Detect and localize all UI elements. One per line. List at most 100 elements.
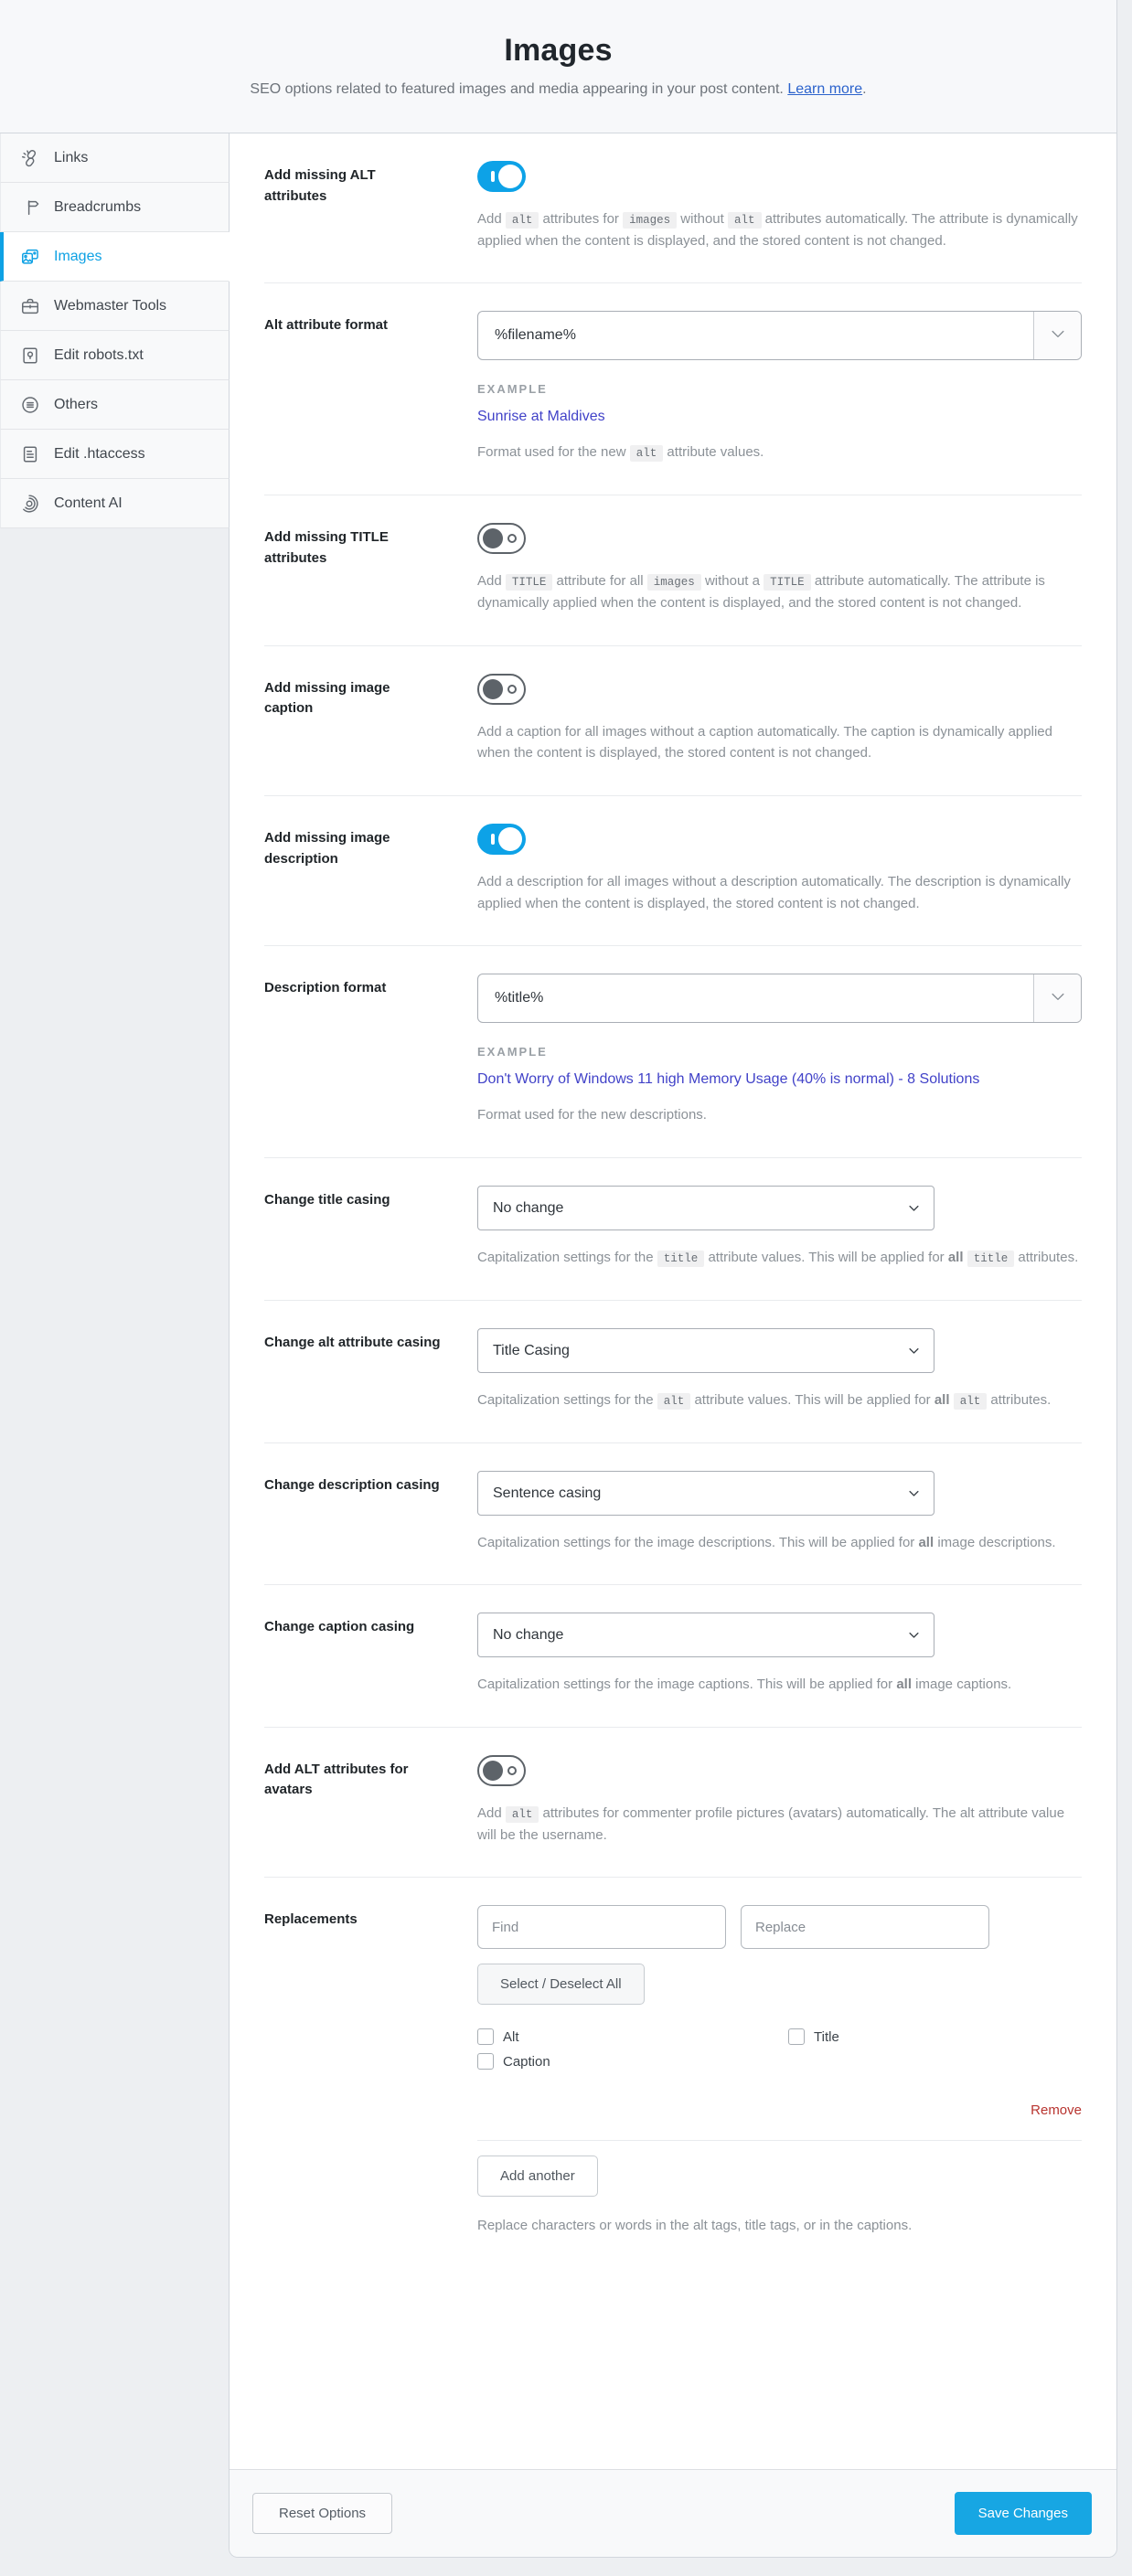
toggle-on-bar bbox=[491, 834, 495, 845]
page-header: Images SEO options related to featured i… bbox=[0, 0, 1117, 133]
checkbox-box[interactable] bbox=[477, 2028, 494, 2046]
select-wrapper: Sentence casing bbox=[477, 1470, 934, 1516]
select-wrapper: No change bbox=[477, 1186, 934, 1231]
sidebar-item-breadcrumbs[interactable]: Breadcrumbs bbox=[0, 183, 230, 232]
setting-description: Capitalization settings for the title at… bbox=[477, 1250, 1079, 1268]
setting-control-area: Title Casing Capitalization settings for … bbox=[477, 1327, 1082, 1411]
toggle-add-alt-attributes-for-avatars[interactable] bbox=[477, 1754, 526, 1786]
setting-row-change-title-casing: Change title casing No change Capitalizati… bbox=[264, 1158, 1082, 1301]
emphasized-text: all bbox=[934, 1391, 950, 1408]
folder-file-icon bbox=[20, 346, 40, 366]
checkbox-caption[interactable]: Caption bbox=[477, 2053, 788, 2070]
learn-more-link[interactable]: Learn more bbox=[787, 81, 862, 97]
sidebar-item-label: Webmaster Tools bbox=[54, 297, 167, 314]
example-preview-link[interactable]: Don't Worry of Windows 11 high Memory Us… bbox=[477, 1071, 1082, 1088]
change-description-casing-select[interactable]: Sentence casing bbox=[477, 1470, 934, 1516]
checkbox-box[interactable] bbox=[477, 2053, 494, 2070]
setting-description: Add alt attributes for images without al… bbox=[477, 211, 1078, 249]
sidebar-item-label: Others bbox=[54, 396, 99, 412]
checkbox-box[interactable] bbox=[788, 2028, 805, 2046]
sidebar-item-label: Edit .htaccess bbox=[54, 445, 145, 462]
toggle-add-missing-image-description[interactable] bbox=[477, 824, 526, 855]
setting-description: Capitalization settings for the alt attr… bbox=[477, 1391, 1052, 1410]
sidebar-item-label: Breadcrumbs bbox=[54, 198, 142, 215]
alt-attribute-format-input[interactable] bbox=[478, 312, 1033, 360]
setting-control-area: Add TITLE attribute for all images witho… bbox=[477, 523, 1082, 613]
add-another-wrap: Add another bbox=[477, 2156, 1082, 2198]
replace-input[interactable] bbox=[741, 1905, 989, 1950]
sidebar-item-images[interactable]: Images bbox=[0, 232, 230, 282]
add-another-button[interactable]: Add another bbox=[477, 2156, 598, 2198]
setting-label: Add missing ALT attributes bbox=[264, 167, 376, 204]
emphasized-text: all bbox=[918, 1534, 934, 1550]
sidebar-item-links[interactable]: Links bbox=[0, 133, 230, 183]
setting-row-change-caption-casing: Change caption casing No change Capitaliza… bbox=[264, 1585, 1082, 1728]
select-wrapper: Title Casing bbox=[477, 1327, 934, 1373]
setting-label: Description format bbox=[264, 980, 387, 996]
change-alt-attribute-casing-select[interactable]: Title Casing bbox=[477, 1327, 934, 1373]
dropdown-toggle-button[interactable] bbox=[1033, 974, 1081, 1023]
save-changes-button[interactable]: Save Changes bbox=[954, 2492, 1092, 2535]
remove-replacement-link[interactable]: Remove bbox=[477, 2102, 1082, 2118]
sidebar-item-content-ai[interactable]: Content AI bbox=[0, 479, 230, 528]
setting-control-area: Add a description for all images without… bbox=[477, 824, 1082, 914]
setting-row-add-missing-image-caption: Add missing image caption Add a caption f… bbox=[264, 646, 1082, 796]
page-subtitle-text: SEO options related to featured images a… bbox=[250, 81, 784, 97]
setting-row-add-alt-attributes-for-avatars: Add ALT attributes for avatars Add alt at… bbox=[264, 1728, 1082, 1879]
setting-label: Alt attribute format bbox=[264, 317, 388, 334]
sidebar-item-webmaster-tools[interactable]: Webmaster Tools bbox=[0, 282, 230, 331]
chevron-down-icon bbox=[1049, 325, 1067, 347]
emphasized-text: all bbox=[947, 1250, 964, 1266]
setting-description: Add a caption for all images without a c… bbox=[477, 723, 1052, 761]
toggle-knob bbox=[483, 678, 503, 699]
document-icon bbox=[20, 444, 40, 464]
inline-code-chip: TITLE bbox=[505, 574, 553, 591]
sidebar-item-others[interactable]: Others bbox=[0, 380, 230, 430]
toggle-off-ring bbox=[507, 534, 517, 544]
setting-description: Format used for the new alt attribute va… bbox=[477, 444, 764, 463]
setting-row-add-missing-image-description: Add missing image description Add a descr… bbox=[264, 796, 1082, 947]
setting-row-description-format: Description format EXAMPLE Don't Worry of … bbox=[264, 946, 1082, 1159]
setting-label: Add missing image caption bbox=[264, 679, 390, 717]
reset-options-button[interactable]: Reset Options bbox=[252, 2493, 393, 2534]
images-settings-panel: Images SEO options related to featured i… bbox=[0, 0, 1117, 2558]
toggle-on-bar bbox=[491, 171, 495, 182]
change-caption-casing-select[interactable]: No change bbox=[477, 1613, 934, 1658]
settings-footer: Reset Options Save Changes bbox=[230, 2469, 1116, 2557]
setting-control-area: Add alt attributes for commenter profile… bbox=[477, 1754, 1082, 1846]
inline-code-chip: alt bbox=[657, 1392, 691, 1410]
toggle-add-missing-title-attributes[interactable] bbox=[477, 523, 526, 555]
page-subtitle: SEO options related to featured images a… bbox=[0, 81, 1116, 98]
inline-code-chip: alt bbox=[727, 212, 762, 229]
select-deselect-all-button[interactable]: Select / Deselect All bbox=[477, 1964, 645, 2006]
change-title-casing-select[interactable]: No change bbox=[477, 1186, 934, 1231]
find-input[interactable] bbox=[477, 1905, 726, 1950]
settings-body: Links Breadcrumbs Images Webmaster Tools Edi… bbox=[0, 133, 1117, 2558]
inline-code-chip: alt bbox=[629, 445, 664, 463]
setting-description: Add alt attributes for commenter profile… bbox=[477, 1804, 1065, 1843]
inline-code-chip: images bbox=[623, 212, 678, 229]
inline-code-chip: title bbox=[657, 1251, 705, 1268]
format-combobox bbox=[477, 311, 1082, 361]
toggle-add-missing-image-caption[interactable] bbox=[477, 673, 526, 705]
dropdown-toggle-button[interactable] bbox=[1033, 312, 1081, 360]
toggle-add-missing-alt-attributes[interactable] bbox=[477, 161, 526, 192]
settings-content-card: Add missing ALT attributes Add alt attrib… bbox=[229, 133, 1117, 2558]
sidebar-item-edit-htaccess[interactable]: Edit .htaccess bbox=[0, 430, 230, 479]
setting-control-area: No change Capitalization settings for the… bbox=[477, 1613, 1082, 1696]
sidebar-item-edit-robots-txt[interactable]: Edit robots.txt bbox=[0, 331, 230, 380]
checkbox-alt[interactable]: Alt bbox=[477, 2028, 788, 2046]
setting-description: Replace characters or words in the alt t… bbox=[477, 2218, 913, 2234]
example-heading: EXAMPLE bbox=[477, 1045, 548, 1059]
settings-rows: Add missing ALT attributes Add alt attrib… bbox=[230, 133, 1116, 2469]
setting-row-change-alt-attribute-casing: Change alt attribute casing Title Casing C… bbox=[264, 1301, 1082, 1443]
setting-control-area: No change Capitalization settings for the… bbox=[477, 1186, 1082, 1269]
images-icon bbox=[20, 247, 40, 267]
inline-code-chip: images bbox=[646, 574, 701, 591]
toggle-knob bbox=[498, 165, 522, 188]
sidebar-item-label: Images bbox=[54, 248, 102, 264]
example-preview-link[interactable]: Sunrise at Maldives bbox=[477, 409, 1082, 425]
description-format-input[interactable] bbox=[478, 974, 1033, 1023]
example-heading: EXAMPLE bbox=[477, 382, 548, 397]
checkbox-title[interactable]: Title bbox=[788, 2028, 1082, 2046]
